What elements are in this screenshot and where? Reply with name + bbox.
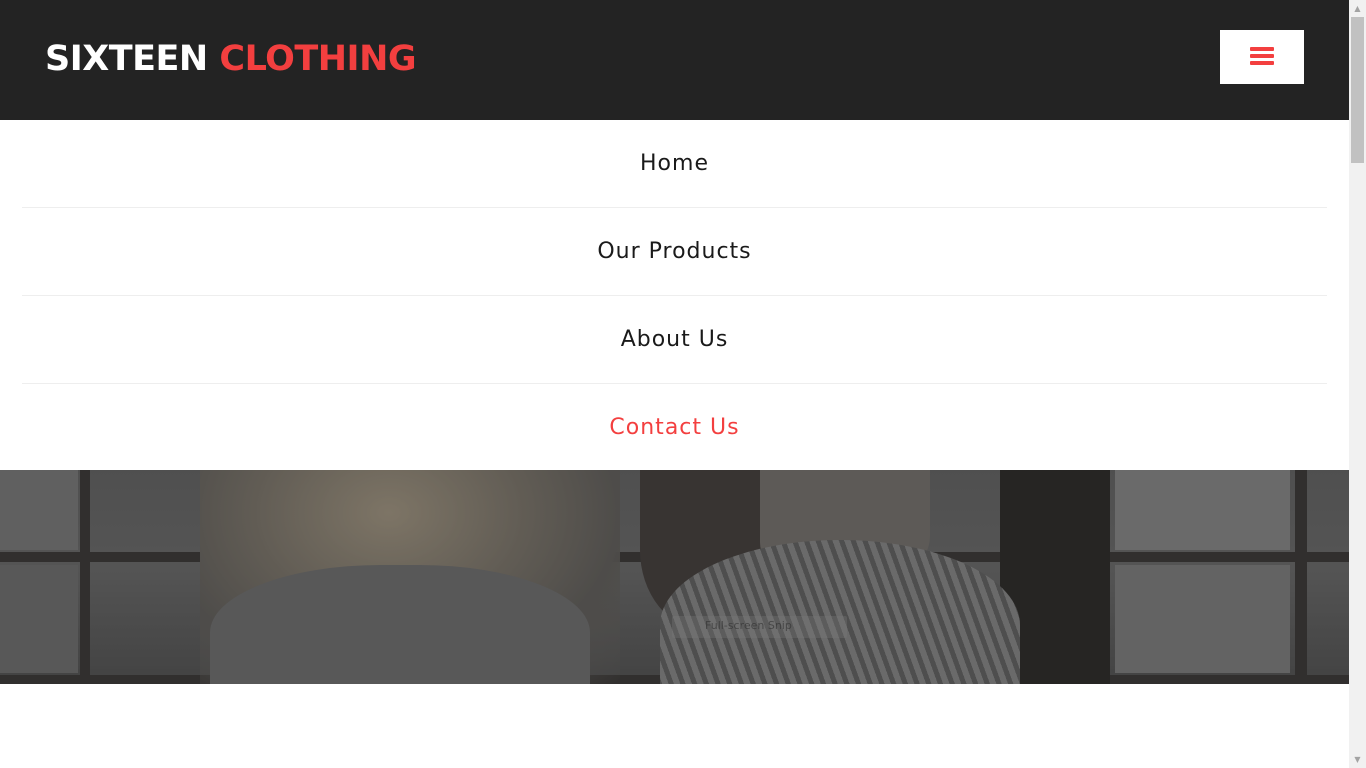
logo-text-primary: SIXTEEN [45, 39, 208, 79]
nav-item-our-products: Our Products [22, 208, 1327, 296]
page: SIXTEEN CLOTHING Home Our Products About… [0, 0, 1366, 768]
menu-toggle-button[interactable] [1220, 30, 1304, 84]
snip-overlay-tooltip: Full-screen Snip [672, 616, 847, 638]
nav-item-home: Home [22, 120, 1327, 208]
nav-link-home[interactable]: Home [640, 151, 709, 176]
hamburger-icon [1250, 46, 1274, 66]
scroll-down-arrow-icon[interactable]: ▼ [1349, 751, 1366, 768]
hero-banner-image [0, 470, 1349, 684]
scroll-up-arrow-icon[interactable]: ▲ [1349, 0, 1366, 17]
site-header: SIXTEEN CLOTHING [0, 0, 1349, 120]
main-nav-menu: Home Our Products About Us Contact Us [0, 120, 1349, 470]
nav-item-contact-us: Contact Us [22, 384, 1327, 471]
scrollbar-thumb[interactable] [1351, 17, 1364, 163]
nav-list: Home Our Products About Us Contact Us [0, 120, 1349, 471]
snip-overlay-text: Full-screen Snip [705, 619, 792, 632]
vertical-scrollbar[interactable]: ▲ ▼ [1349, 0, 1366, 768]
nav-link-our-products[interactable]: Our Products [597, 239, 751, 264]
logo-text-accent: CLOTHING [219, 39, 417, 79]
site-logo[interactable]: SIXTEEN CLOTHING [45, 36, 417, 82]
nav-item-about-us: About Us [22, 296, 1327, 384]
page-content: SIXTEEN CLOTHING Home Our Products About… [0, 0, 1349, 768]
nav-link-contact-us[interactable]: Contact Us [609, 415, 739, 440]
nav-link-about-us[interactable]: About Us [621, 327, 729, 352]
